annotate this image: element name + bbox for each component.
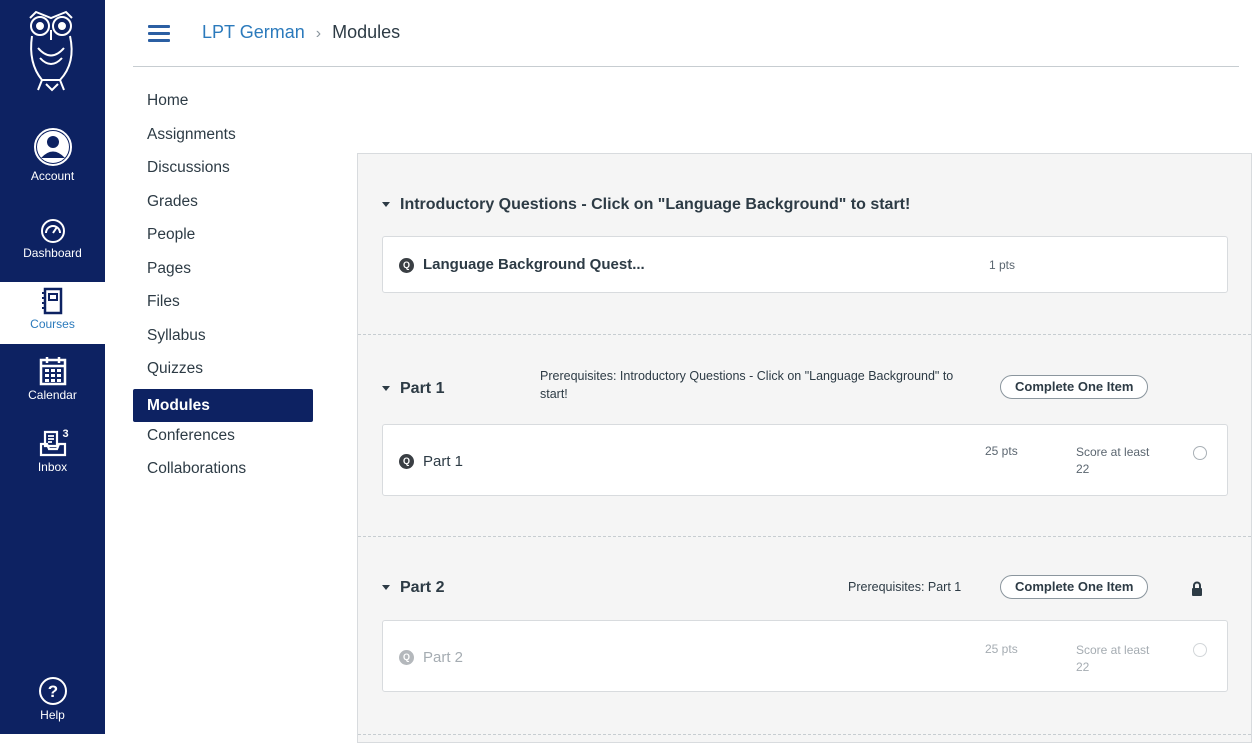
completion-status-icon (1193, 446, 1207, 460)
course-nav-people[interactable]: People (133, 221, 313, 255)
module-item-title[interactable]: Language Background Quest... (423, 256, 645, 273)
breadcrumb-separator: › (315, 25, 322, 42)
quiz-icon: Q (399, 258, 414, 273)
module-header-part-2[interactable]: Part 2 (382, 579, 444, 597)
nav-courses[interactable]: Courses (0, 282, 105, 344)
courses-icon (41, 287, 62, 315)
requirement-badge: Complete One Item (1000, 375, 1149, 399)
collapse-caret-icon[interactable] (382, 386, 390, 392)
course-nav-files[interactable]: Files (133, 288, 313, 322)
nav-inbox-label: Inbox (37, 460, 68, 474)
course-nav-assignments[interactable]: Assignments (133, 121, 313, 155)
nav-dashboard[interactable]: Dashboard (0, 218, 105, 260)
module-title: Introductory Questions - Click on "Langu… (400, 196, 911, 213)
nav-help[interactable]: ? Help (0, 676, 105, 722)
course-nav-syllabus[interactable]: Syllabus (133, 322, 313, 356)
nav-help-label: Help (40, 708, 65, 722)
module-item-requirement: Score at least 22 (1076, 445, 1150, 476)
course-nav-discussions[interactable]: Discussions (133, 154, 313, 188)
nav-calendar[interactable]: Calendar (0, 356, 105, 402)
nav-dashboard-label: Dashboard (23, 246, 82, 260)
course-nav-collaborations[interactable]: Collaborations (133, 455, 313, 489)
module-item-title[interactable]: Part 1 (423, 453, 463, 470)
global-navigation: Account Dashboard Courses Calendar 3 Inb… (0, 0, 105, 734)
module-title: Part 2 (400, 579, 445, 596)
dashboard-icon (40, 219, 65, 243)
quiz-icon: Q (399, 650, 414, 665)
help-icon: ? (38, 677, 67, 705)
module-item-points: 1 pts (989, 258, 1016, 272)
course-navigation: Home Assignments Discussions Grades Peop… (133, 87, 313, 489)
module-prerequisites: Prerequisites: Introductory Questions - … (540, 369, 954, 401)
module-item-requirement: Score at least 22 (1076, 643, 1150, 674)
module-title: Part 1 (400, 380, 445, 397)
module-header-part-1[interactable]: Part 1 (382, 380, 444, 398)
modules-list: Introductory Questions - Click on "Langu… (357, 153, 1252, 743)
course-nav-home[interactable]: Home (133, 87, 313, 121)
course-nav-conferences[interactable]: Conferences (133, 422, 313, 456)
breadcrumb-course-link[interactable]: LPT German (202, 22, 305, 42)
course-nav-grades[interactable]: Grades (133, 188, 313, 222)
owl-logo-icon[interactable] (22, 8, 82, 94)
nav-courses-label: Courses (30, 317, 75, 331)
calendar-icon (39, 357, 66, 386)
module-prerequisites: Prerequisites: Part 1 (848, 580, 962, 594)
collapse-caret-icon[interactable] (382, 585, 390, 591)
lock-icon (1192, 581, 1202, 596)
module-divider (358, 734, 1251, 735)
requirement-badge: Complete One Item (1000, 575, 1149, 599)
module-divider (358, 536, 1251, 537)
nav-account[interactable]: Account (0, 127, 105, 183)
nav-account-label: Account (30, 169, 75, 183)
page-header: LPT German › Modules (105, 0, 1253, 68)
module-header-introductory[interactable]: Introductory Questions - Click on "Langu… (382, 196, 910, 214)
nav-calendar-label: Calendar (28, 388, 77, 402)
module-divider (358, 334, 1251, 335)
hamburger-menu-icon[interactable] (148, 25, 170, 43)
module-item-language-background[interactable]: Q Language Background Quest... 1 pts (382, 236, 1228, 293)
course-nav-quizzes[interactable]: Quizzes (133, 355, 313, 389)
completion-status-icon (1193, 643, 1207, 657)
module-item-part-2: Q Part 2 25 pts Score at least 22 (382, 620, 1228, 692)
collapse-caret-icon[interactable] (382, 202, 390, 208)
module-item-points: 25 pts (985, 642, 1018, 656)
nav-inbox[interactable]: 3 Inbox (0, 428, 105, 474)
breadcrumb-current: Modules (332, 22, 401, 42)
course-nav-pages[interactable]: Pages (133, 255, 313, 289)
account-icon (33, 128, 72, 166)
breadcrumb: LPT German › Modules (202, 22, 400, 43)
inbox-badge: 3 (62, 428, 69, 440)
svg-text:?: ? (47, 682, 57, 701)
header-divider (133, 66, 1239, 67)
module-item-part-1[interactable]: Q Part 1 25 pts Score at least 22 (382, 424, 1228, 496)
module-item-points: 25 pts (985, 444, 1018, 458)
module-item-title: Part 2 (423, 649, 464, 666)
quiz-icon: Q (399, 454, 414, 469)
course-nav-modules[interactable]: Modules (133, 388, 313, 422)
